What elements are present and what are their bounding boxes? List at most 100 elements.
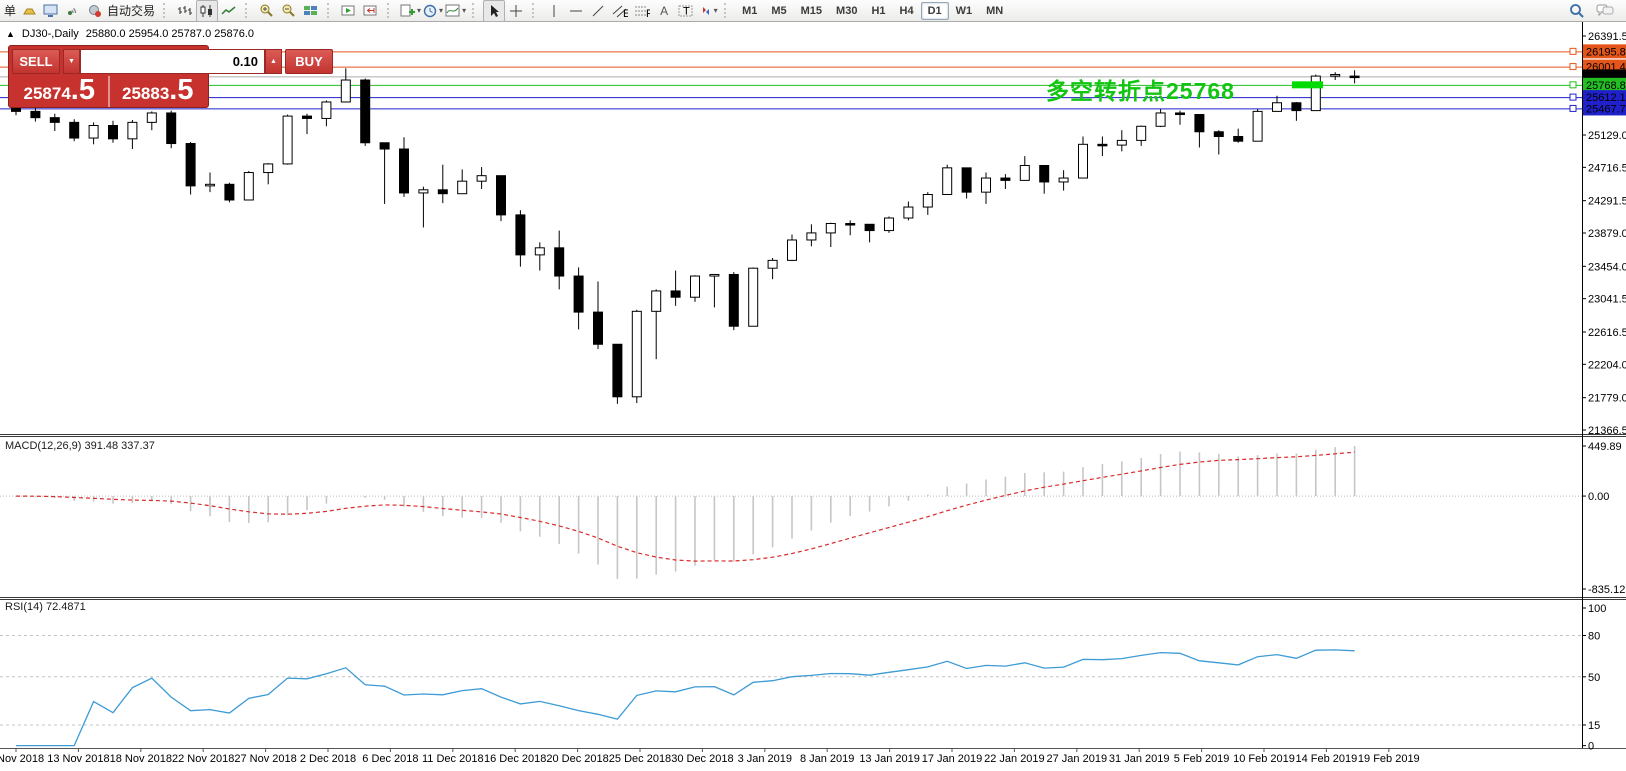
buy-button[interactable]: BUY <box>285 49 333 74</box>
terminal-icon[interactable] <box>40 0 62 22</box>
fibonacci-icon[interactable]: F <box>631 0 653 22</box>
candle <box>109 126 118 139</box>
time-tick-label: 10 Feb 2019 <box>1233 753 1295 765</box>
vertical-line-icon[interactable] <box>543 0 565 22</box>
zoom-in-icon[interactable] <box>256 0 278 22</box>
rsi-tick-label: 80 <box>1588 631 1600 643</box>
volume-input[interactable] <box>80 49 265 74</box>
candle <box>1292 103 1301 111</box>
one-click-trade-panel: SELL ▼ ▲ BUY 25874 .5 25883 .5 <box>8 45 209 108</box>
candle <box>50 118 59 123</box>
candle <box>749 268 758 326</box>
candle <box>516 215 525 255</box>
candle <box>1040 165 1049 181</box>
tab-mn[interactable]: MN <box>979 2 1010 20</box>
rsi-tick-label: 0 <box>1588 741 1594 753</box>
candle <box>31 111 40 117</box>
buy-price[interactable]: 25883 .5 <box>111 76 206 107</box>
macd-signal-line <box>16 452 1355 561</box>
rsi-indicator-label: RSI(14) 72.4871 <box>5 601 86 613</box>
candlestick-chart-icon[interactable] <box>196 0 218 22</box>
price-label-text: 25768.8 <box>1586 80 1626 92</box>
candle <box>264 164 273 173</box>
candle <box>89 126 98 139</box>
candle <box>458 181 467 194</box>
crosshair-icon[interactable] <box>505 0 527 22</box>
time-tick-label: 13 Jan 2019 <box>859 753 920 765</box>
zoom-out-icon[interactable] <box>278 0 300 22</box>
arrows-icon[interactable]: ▾ <box>697 0 719 22</box>
candle <box>1117 140 1126 145</box>
candle <box>613 344 622 397</box>
candle <box>729 274 738 326</box>
time-tick-label: 27 Jan 2019 <box>1047 753 1108 765</box>
candle <box>206 184 215 186</box>
chart-shift-icon[interactable] <box>360 0 382 22</box>
candle <box>788 240 797 260</box>
candle <box>768 260 777 268</box>
top-toolbar: 单 自动交易 ▾ ▾ ▾ E F A T ▾ M1 M5 M15 M30 H1 … <box>0 0 1626 22</box>
toolbar-grip <box>245 3 251 18</box>
toolbar-right <box>1566 0 1622 22</box>
candle <box>982 178 991 192</box>
candle <box>477 176 486 181</box>
time-tick-label: 6 Dec 2018 <box>362 753 418 765</box>
candle <box>671 291 680 297</box>
price-label-text: 25467.7 <box>1586 103 1626 115</box>
candle <box>1176 113 1185 115</box>
volume-increase-button[interactable]: ▲ <box>265 49 282 74</box>
toolbar-grip <box>472 3 478 18</box>
equidistant-channel-icon[interactable]: E <box>609 0 631 22</box>
autotrading-icon[interactable] <box>84 0 106 22</box>
price-label-text: 26195.8 <box>1586 46 1626 58</box>
tab-m15[interactable]: M15 <box>794 2 829 20</box>
pivot-annotation-text: 多空转折点25768 <box>1046 72 1235 106</box>
candle <box>341 80 350 102</box>
candle <box>535 248 544 255</box>
candle <box>962 168 971 192</box>
price-tick-label: 24716.5 <box>1588 162 1626 174</box>
period-icon[interactable]: ▾ <box>422 0 444 22</box>
tab-h1[interactable]: H1 <box>864 2 892 20</box>
candle <box>322 102 331 118</box>
price-tick-label: 26391.5 <box>1588 31 1626 43</box>
auto-scroll-icon[interactable] <box>338 0 360 22</box>
collapse-panel-icon[interactable]: ▲ <box>6 29 15 39</box>
candle <box>70 122 79 138</box>
tab-d1[interactable]: D1 <box>921 2 949 20</box>
search-icon[interactable] <box>1566 0 1588 22</box>
sell-price[interactable]: 25874 .5 <box>12 76 107 107</box>
new-order-partial-button[interactable]: 单 <box>4 2 16 19</box>
line-chart-icon[interactable] <box>218 0 240 22</box>
rsi-tick-label: 50 <box>1588 672 1600 684</box>
chat-icon[interactable] <box>1594 0 1616 22</box>
trendline-icon[interactable] <box>587 0 609 22</box>
time-tick-label: 30 Dec 2018 <box>671 753 733 765</box>
toolbar-grip <box>724 3 730 18</box>
new-order-icon[interactable]: ▾ <box>398 0 422 22</box>
sell-button[interactable]: SELL <box>12 49 60 74</box>
text-icon[interactable]: A <box>653 0 675 22</box>
tab-m1[interactable]: M1 <box>735 2 764 20</box>
volume-decrease-button[interactable]: ▼ <box>63 49 80 74</box>
time-tick-label: 19 Feb 2019 <box>1358 753 1420 765</box>
candle <box>1098 144 1107 146</box>
tab-h4[interactable]: H4 <box>893 2 921 20</box>
chart-canvas[interactable]: 26391.525129.024716.524291.523879.023454… <box>0 0 1626 771</box>
candle <box>128 122 137 138</box>
cursor-icon[interactable] <box>483 0 505 22</box>
time-tick-label: 8 Nov 2018 <box>0 753 44 765</box>
candle <box>594 312 603 344</box>
tab-m5[interactable]: M5 <box>764 2 793 20</box>
text-label-icon[interactable]: T <box>675 0 697 22</box>
gold-icon[interactable] <box>18 0 40 22</box>
signal-icon[interactable] <box>62 0 84 22</box>
template-icon[interactable]: ▾ <box>444 0 467 22</box>
autotrading-label[interactable]: 自动交易 <box>107 2 155 19</box>
horizontal-line-icon[interactable] <box>565 0 587 22</box>
tile-windows-icon[interactable] <box>300 0 322 22</box>
bar-chart-icon[interactable] <box>174 0 196 22</box>
tab-m30[interactable]: M30 <box>829 2 864 20</box>
tab-w1[interactable]: W1 <box>949 2 980 20</box>
candle <box>885 218 894 231</box>
